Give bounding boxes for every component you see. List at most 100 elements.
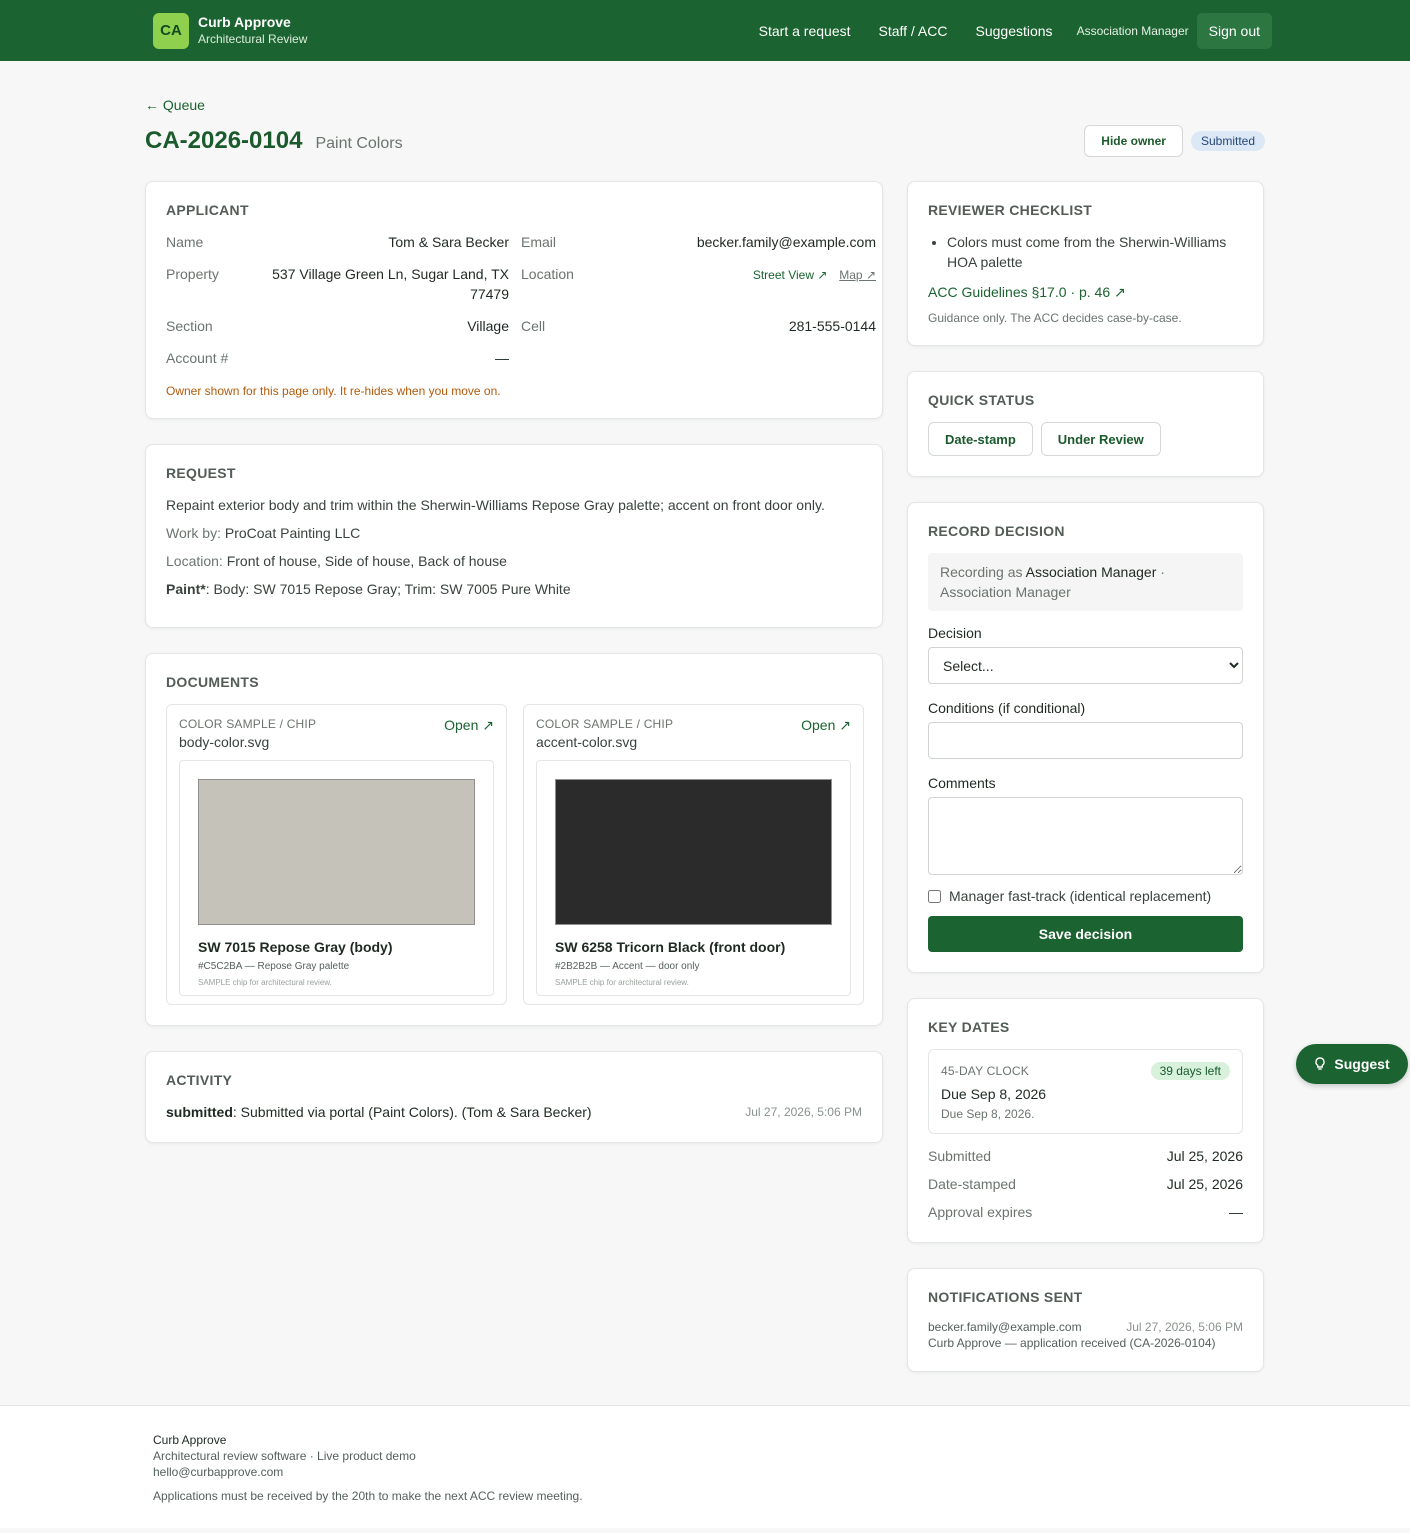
- chip-color-hex: #C5C2BA — Repose Gray palette: [198, 961, 350, 972]
- due-date: Due Sep 8, 2026: [941, 1086, 1047, 1102]
- document-item: Color sample / chip body-color.svg Open …: [166, 704, 507, 1005]
- conditions-label: Conditions (if conditional): [928, 700, 1086, 716]
- work-by: Work by: ProCoat Painting LLC: [166, 525, 361, 541]
- activity-card: Activity submitted: Submitted via portal…: [145, 1051, 883, 1143]
- activity-timestamp: Jul 27, 2026, 5:06 PM: [745, 1105, 862, 1119]
- back-to-queue-link[interactable]: ← Queue: [145, 97, 205, 113]
- record-decision-heading: Record decision: [928, 523, 1065, 539]
- due-date-note: Due Sep 8, 2026.: [941, 1107, 1035, 1121]
- lightbulb-icon: [1315, 1057, 1326, 1070]
- chip-color-name: SW 7015 Repose Gray (body): [198, 939, 393, 955]
- chip-note: SAMPLE chip for architectural review.: [555, 978, 689, 987]
- notification-recipient: becker.family@example.com: [928, 1320, 1082, 1334]
- nav-staff-acc[interactable]: Staff / ACC: [879, 23, 948, 39]
- fast-track-option[interactable]: Manager fast-track (identical replacemen…: [928, 888, 1243, 904]
- page-title: CA-2026-0104: [145, 127, 303, 154]
- request-card: Request Repaint exterior body and trim w…: [145, 444, 883, 628]
- document-filename: body-color.svg: [179, 734, 270, 750]
- chip-note: SAMPLE chip for architectural review.: [198, 978, 332, 987]
- document-filename: accent-color.svg: [536, 734, 638, 750]
- cell-label: Cell: [521, 318, 546, 334]
- applicant-property: 537 Village Green Ln, Sugar Land, TX 7747…: [272, 266, 509, 302]
- decision-label: Decision: [928, 625, 982, 641]
- section-label: Section: [166, 318, 213, 334]
- document-kind: Color sample / chip: [179, 717, 317, 731]
- nav-suggestions[interactable]: Suggestions: [976, 23, 1053, 39]
- decision-select[interactable]: Select...: [928, 647, 1243, 684]
- nav-start-request[interactable]: Start a request: [759, 23, 851, 39]
- review-clock: 45-day clock 39 days left Due Sep 8, 202…: [928, 1049, 1243, 1134]
- date-row: Date-stamped Jul 25, 2026: [928, 1176, 1243, 1192]
- key-dates-heading: Key dates: [928, 1019, 1010, 1035]
- footer: Curb Approve Architectural review softwa…: [0, 1405, 1410, 1528]
- record-decision-card: Record decision Recording as Association…: [907, 502, 1264, 973]
- date-row: Approval expires —: [928, 1204, 1243, 1220]
- footer-tagline: Architectural review software · Live pro…: [153, 1449, 416, 1463]
- key-dates-card: Key dates 45-day clock 39 days left Due …: [907, 998, 1264, 1243]
- document-kind: Color sample / chip: [536, 717, 674, 731]
- date-stamp-button[interactable]: Date-stamp: [928, 422, 1033, 456]
- date-row: Submitted Jul 25, 2026: [928, 1148, 1243, 1164]
- footer-email-link[interactable]: hello@curbapprove.com: [153, 1465, 283, 1479]
- comments-label: Comments: [928, 775, 996, 791]
- clock-title: 45-day clock: [941, 1064, 1029, 1078]
- acc-guidelines-link[interactable]: ACC Guidelines §17.0 · p. 46 ↗: [928, 284, 1243, 301]
- page-content: ← Queue CA-2026-0104 Paint Colors Hide o…: [145, 61, 1265, 1397]
- hide-owner-button[interactable]: Hide owner: [1084, 125, 1183, 157]
- activity-heading: Activity: [166, 1072, 233, 1088]
- notification-subject: Curb Approve — application received (CA-…: [928, 1336, 1216, 1350]
- status-badge: Submitted: [1190, 131, 1265, 151]
- fast-track-checkbox[interactable]: [928, 889, 941, 903]
- chip-color-name: SW 6258 Tricorn Black (front door): [555, 939, 786, 955]
- request-heading: Request: [166, 465, 236, 481]
- brand-logo: CA: [153, 12, 189, 49]
- checklist-heading: Reviewer checklist: [928, 202, 1093, 218]
- documents-card: Documents Color sample / chip body-color…: [145, 653, 883, 1026]
- street-view-link[interactable]: Street View ↗: [753, 268, 828, 282]
- save-decision-button[interactable]: Save decision: [928, 916, 1243, 952]
- applicant-name: Tom & Sara Becker: [388, 234, 509, 250]
- applicant-section: Village: [467, 318, 509, 334]
- name-label: Name: [166, 234, 204, 250]
- applicant-account: —: [495, 350, 509, 366]
- guidance-note: Guidance only. The ACC decides case-by-c…: [928, 311, 1182, 325]
- under-review-button[interactable]: Under Review: [1040, 422, 1161, 456]
- applicant-card: Applicant Name Tom & Sara Becker Email b…: [145, 181, 883, 419]
- activity-item: submitted: Submitted via portal (Paint C…: [166, 1104, 862, 1120]
- comments-textarea[interactable]: [928, 797, 1243, 875]
- open-document-link[interactable]: Open ↗: [444, 717, 494, 750]
- footer-brand: Curb Approve: [153, 1433, 227, 1447]
- applicant-email: becker.family@example.com: [696, 234, 876, 250]
- case-type: Paint Colors: [315, 135, 403, 152]
- map-link[interactable]: Map ↗: [839, 268, 876, 282]
- notification-timestamp: Jul 27, 2026, 5:06 PM: [1126, 1320, 1243, 1334]
- recording-as: Recording as Association Manager · Assoc…: [928, 553, 1243, 611]
- sign-out-button[interactable]: Sign out: [1196, 12, 1272, 49]
- color-chip: SW 6258 Tricorn Black (front door) #2B2B…: [536, 760, 851, 996]
- quick-status-card: Quick status Date-stamp Under Review: [907, 371, 1264, 477]
- chip-color-hex: #2B2B2B — Accent — door only: [555, 961, 700, 972]
- notification-item: becker.family@example.com Jul 27, 2026, …: [928, 1319, 1243, 1351]
- open-document-link[interactable]: Open ↗: [801, 717, 851, 750]
- notifications-card: Notifications sent becker.family@example…: [907, 1268, 1264, 1372]
- applicant-cell: 281-555-0144: [788, 318, 876, 334]
- quick-status-heading: Quick status: [928, 392, 1035, 408]
- checklist-item: Colors must come from the Sherwin-Willia…: [947, 232, 1243, 272]
- work-location: Location: Front of house, Side of house,…: [166, 553, 507, 569]
- owner-visibility-warning: Owner shown for this page only. It re-hi…: [166, 384, 501, 398]
- days-left-badge: 39 days left: [1150, 1062, 1230, 1080]
- footer-note: Applications must be received by the 20t…: [153, 1489, 583, 1503]
- brand-name: Curb Approve: [198, 13, 291, 30]
- main-nav: Start a request Staff / ACC Suggestions …: [731, 12, 1272, 49]
- notifications-heading: Notifications sent: [928, 1289, 1083, 1305]
- documents-heading: Documents: [166, 674, 259, 690]
- reviewer-checklist-card: Reviewer checklist Colors must come from…: [907, 181, 1264, 346]
- brand[interactable]: CA Curb Approve Architectural Review: [153, 12, 307, 49]
- location-label: Location: [521, 266, 574, 282]
- color-swatch: [198, 779, 475, 925]
- conditions-input[interactable]: [928, 722, 1243, 759]
- top-bar: CA Curb Approve Architectural Review Sta…: [0, 0, 1410, 61]
- email-label: Email: [521, 234, 557, 250]
- color-chip: SW 7015 Repose Gray (body) #C5C2BA — Rep…: [179, 760, 494, 996]
- suggest-button[interactable]: Suggest: [1296, 1044, 1408, 1084]
